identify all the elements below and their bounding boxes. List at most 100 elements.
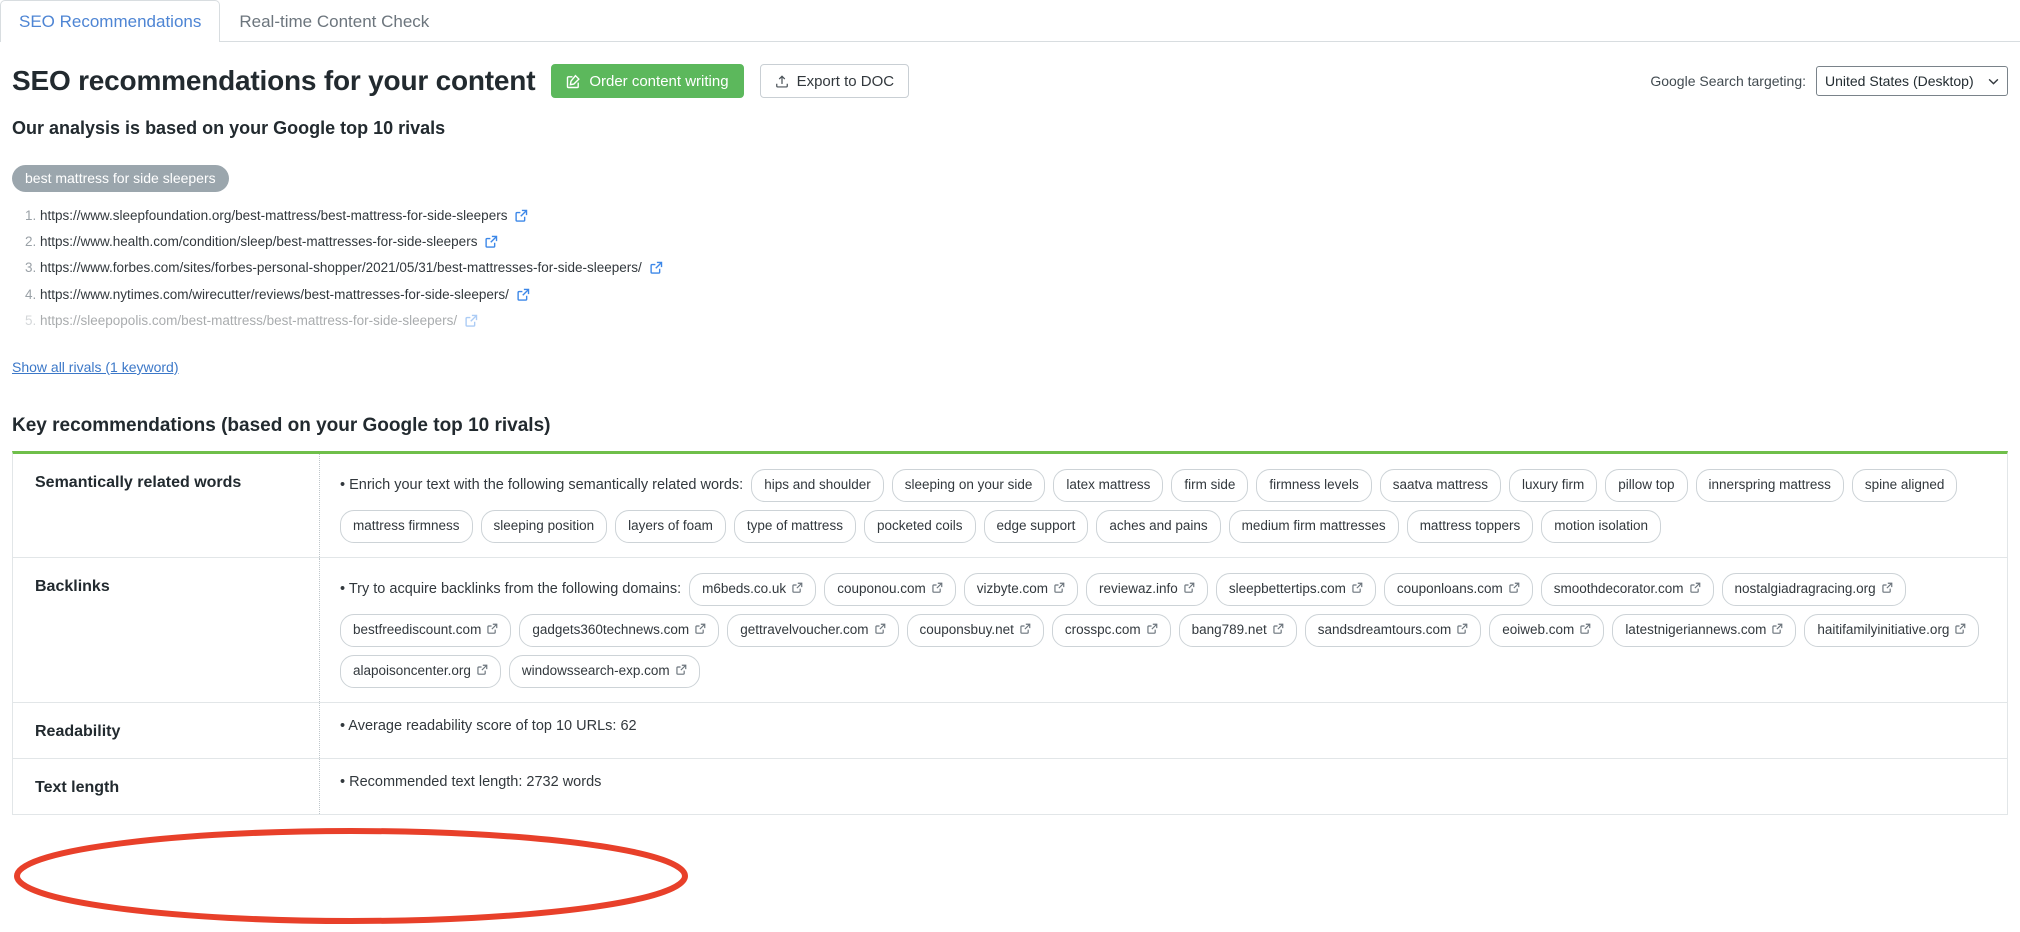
row-body-backlinks: • Try to acquire backlinks from the foll… xyxy=(320,558,2007,702)
external-link-icon[interactable] xyxy=(1580,619,1591,641)
related-word-pill[interactable]: hips and shoulder xyxy=(751,469,884,502)
backlink-domain-pill[interactable]: haitifamilyinitiative.org xyxy=(1804,614,1979,647)
related-word-pill[interactable]: pillow top xyxy=(1605,469,1687,502)
table-row: Backlinks • Try to acquire backlinks fro… xyxy=(13,558,2007,703)
tab-real-time-content-check[interactable]: Real-time Content Check xyxy=(220,0,448,41)
backlink-domain-pill[interactable]: bang789.net xyxy=(1179,614,1297,647)
external-link-icon[interactable] xyxy=(1273,619,1284,641)
related-word-pill[interactable]: sleeping on your side xyxy=(892,469,1046,502)
backlink-domain-pill[interactable]: eoiweb.com xyxy=(1489,614,1604,647)
external-link-icon[interactable] xyxy=(1147,619,1158,641)
external-link-icon[interactable] xyxy=(1020,619,1031,641)
external-link-icon[interactable] xyxy=(650,261,663,278)
related-word-pill[interactable]: spine aligned xyxy=(1852,469,1958,502)
external-link-icon[interactable] xyxy=(477,660,488,682)
external-link-icon[interactable] xyxy=(1352,578,1363,600)
related-word-pill[interactable]: mattress toppers xyxy=(1407,510,1534,543)
external-link-icon[interactable] xyxy=(1772,619,1783,641)
targeting-select[interactable]: United States (Desktop) xyxy=(1816,66,2008,96)
row-body-readability: • Average readability score of top 10 UR… xyxy=(320,703,2007,758)
related-word-pill[interactable]: aches and pains xyxy=(1096,510,1220,543)
external-link-icon[interactable] xyxy=(487,619,498,641)
show-all-rivals-link[interactable]: Show all rivals (1 keyword) xyxy=(12,359,179,375)
backlink-domain-pill[interactable]: couponou.com xyxy=(824,573,956,606)
external-link-icon[interactable] xyxy=(1054,578,1065,600)
related-word-pill[interactable]: medium firm mattresses xyxy=(1229,510,1399,543)
pill-label: layers of foam xyxy=(628,515,713,537)
backlink-domain-pill[interactable]: crosspc.com xyxy=(1052,614,1171,647)
external-link-icon[interactable] xyxy=(485,235,498,252)
related-word-pill[interactable]: innerspring mattress xyxy=(1696,469,1844,502)
pill-label: couponloans.com xyxy=(1397,578,1503,600)
title-row: SEO recommendations for your content Ord… xyxy=(12,64,2008,98)
table-row: Readability • Average readability score … xyxy=(13,703,2007,759)
external-link-icon[interactable] xyxy=(465,314,478,331)
pill-label: latestnigeriannews.com xyxy=(1625,619,1766,641)
related-word-pill[interactable]: luxury firm xyxy=(1509,469,1597,502)
external-link-icon[interactable] xyxy=(932,578,943,600)
related-word-pill[interactable]: sleeping position xyxy=(481,510,608,543)
external-link-icon[interactable] xyxy=(1457,619,1468,641)
related-word-pill[interactable]: mattress firmness xyxy=(340,510,473,543)
external-link-icon[interactable] xyxy=(1509,578,1520,600)
tab-seo-recommendations[interactable]: SEO Recommendations xyxy=(0,0,220,42)
row-body-semantic: • Enrich your text with the following se… xyxy=(320,454,2007,557)
external-link-icon[interactable] xyxy=(792,578,803,600)
related-word-pill[interactable]: firmness levels xyxy=(1256,469,1371,502)
pill-label: bang789.net xyxy=(1192,619,1267,641)
backlink-domain-pill[interactable]: gadgets360technews.com xyxy=(519,614,719,647)
backlink-domain-pill[interactable]: couponsbuy.net xyxy=(907,614,1044,647)
external-link-icon[interactable] xyxy=(1184,578,1195,600)
external-link-icon[interactable] xyxy=(515,209,528,226)
related-word-pill[interactable]: latex mattress xyxy=(1053,469,1163,502)
row-label-readability: Readability xyxy=(13,703,320,758)
backlink-domain-pill[interactable]: m6beds.co.uk xyxy=(689,573,816,606)
backlink-domain-pill[interactable]: sandsdreamtours.com xyxy=(1305,614,1482,647)
related-word-pill[interactable]: saatva mattress xyxy=(1380,469,1501,502)
external-link-icon[interactable] xyxy=(676,660,687,682)
pill-label: reviewaz.info xyxy=(1099,578,1178,600)
pill-label: mattress firmness xyxy=(353,515,460,537)
backlink-domain-pill[interactable]: latestnigeriannews.com xyxy=(1612,614,1796,647)
related-word-pill[interactable]: motion isolation xyxy=(1541,510,1661,543)
keyword-badge[interactable]: best mattress for side sleepers xyxy=(12,165,229,192)
page-content: SEO recommendations for your content Ord… xyxy=(0,64,2020,815)
recommendations-table: Semantically related words • Enrich your… xyxy=(12,451,2008,815)
related-word-pill[interactable]: layers of foam xyxy=(615,510,726,543)
pill-label: windowssearch-exp.com xyxy=(522,660,670,682)
export-to-doc-button[interactable]: Export to DOC xyxy=(760,64,910,98)
pill-label: pillow top xyxy=(1618,474,1674,496)
external-link-icon[interactable] xyxy=(875,619,886,641)
rival-url: https://www.nytimes.com/wirecutter/revie… xyxy=(40,287,509,302)
order-content-writing-button[interactable]: Order content writing xyxy=(551,64,743,98)
backlink-domain-pill[interactable]: vizbyte.com xyxy=(964,573,1078,606)
related-word-pill[interactable]: firm side xyxy=(1171,469,1248,502)
backlink-domain-pill[interactable]: reviewaz.info xyxy=(1086,573,1208,606)
external-link-icon[interactable] xyxy=(517,288,530,305)
pill-label: aches and pains xyxy=(1109,515,1207,537)
backlink-domain-pill[interactable]: couponloans.com xyxy=(1384,573,1533,606)
related-word-pill[interactable]: edge support xyxy=(984,510,1089,543)
export-to-doc-label: Export to DOC xyxy=(797,73,895,90)
backlink-domain-pill[interactable]: bestfreediscount.com xyxy=(340,614,511,647)
external-link-icon[interactable] xyxy=(1955,619,1966,641)
rival-url: https://www.health.com/condition/sleep/b… xyxy=(40,234,477,249)
backlink-domain-pill[interactable]: alapoisoncenter.org xyxy=(340,655,501,688)
pill-label: gettravelvoucher.com xyxy=(740,619,868,641)
backlink-domain-pill[interactable]: sleepbettertips.com xyxy=(1216,573,1376,606)
pill-label: edge support xyxy=(997,515,1076,537)
related-word-pill[interactable]: type of mattress xyxy=(734,510,856,543)
related-word-pill[interactable]: pocketed coils xyxy=(864,510,976,543)
external-link-icon[interactable] xyxy=(695,619,706,641)
pill-label: innerspring mattress xyxy=(1709,474,1831,496)
backlink-domain-pill[interactable]: smoothdecorator.com xyxy=(1541,573,1714,606)
backlink-domain-pill[interactable]: nostalgiadragracing.org xyxy=(1722,573,1906,606)
highlight-ellipse-annotation xyxy=(6,824,706,928)
row-body-text-length: • Recommended text length: 2732 words xyxy=(320,759,2007,814)
pill-label: vizbyte.com xyxy=(977,578,1048,600)
external-link-icon[interactable] xyxy=(1690,578,1701,600)
external-link-icon[interactable] xyxy=(1882,578,1893,600)
backlink-domain-pill[interactable]: gettravelvoucher.com xyxy=(727,614,898,647)
backlink-domain-pill[interactable]: windowssearch-exp.com xyxy=(509,655,700,688)
pill-label: luxury firm xyxy=(1522,474,1584,496)
